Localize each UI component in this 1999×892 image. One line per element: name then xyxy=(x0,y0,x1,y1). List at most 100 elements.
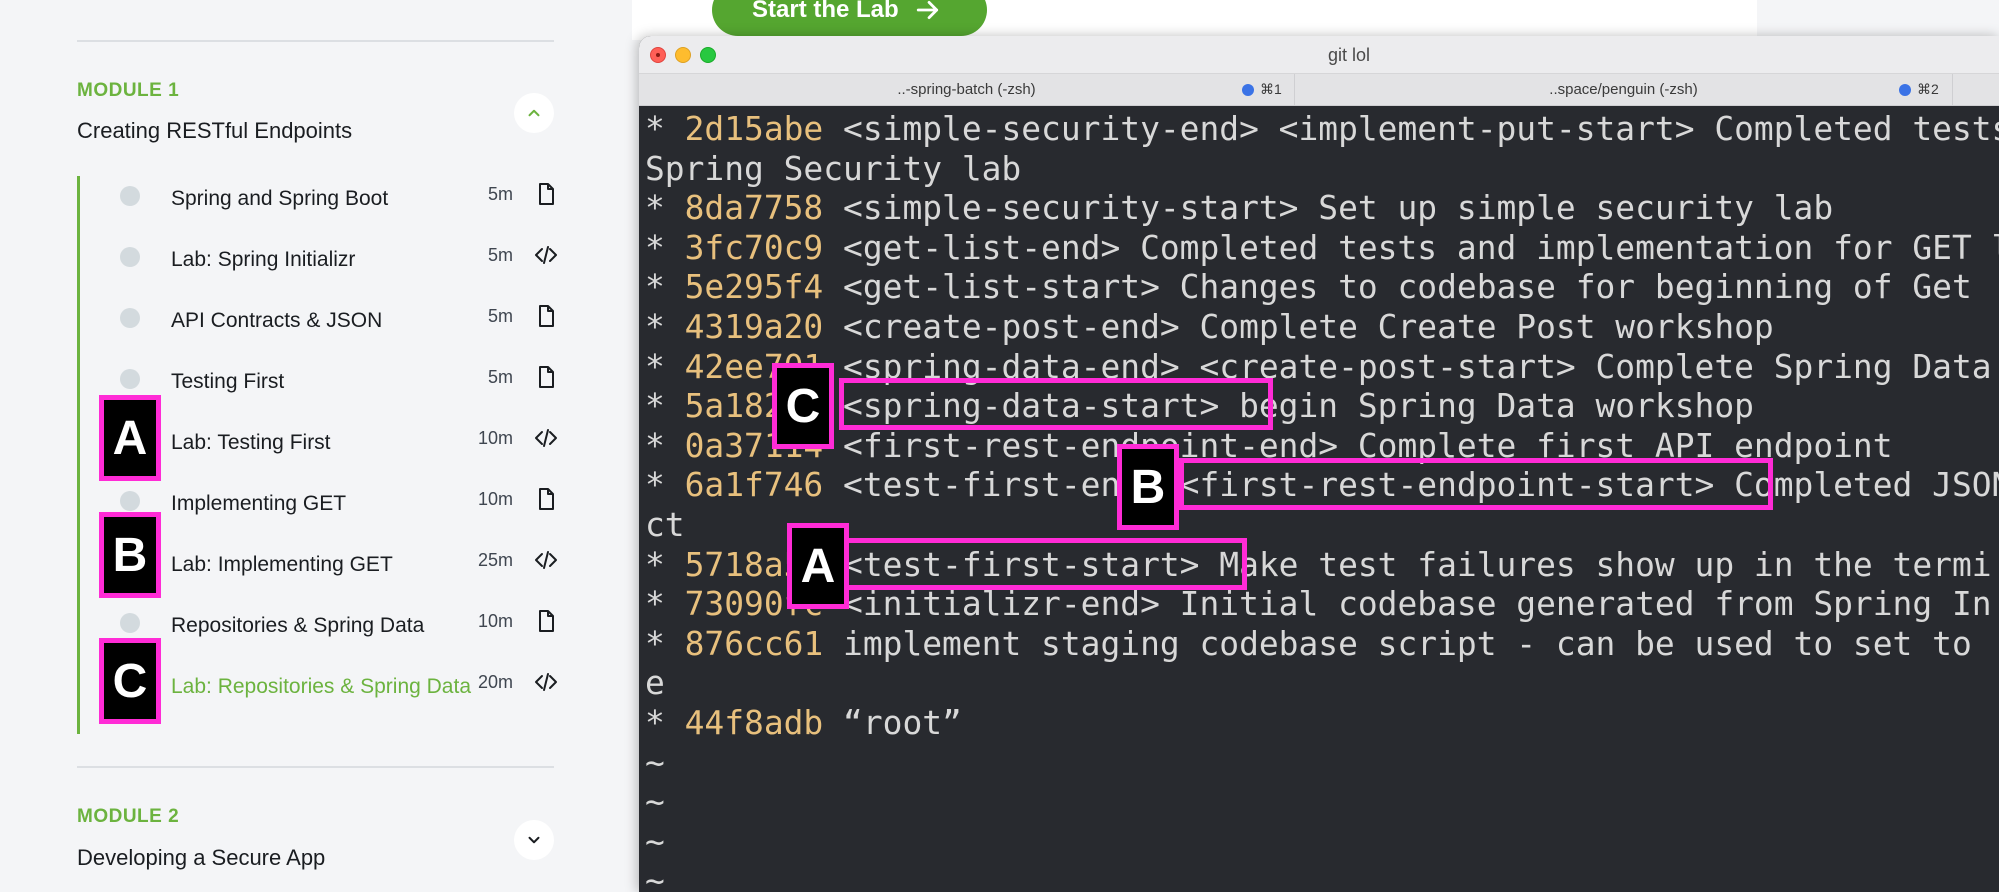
annotation-badge-a: A xyxy=(787,523,849,609)
commit-message: ~ xyxy=(645,861,665,892)
window-title: git lol xyxy=(1327,45,1371,65)
lesson-item[interactable]: Implementing GET 10m xyxy=(110,481,560,537)
annotation-badge-b: B xyxy=(99,512,161,598)
commit-graph-marker: * xyxy=(645,386,685,426)
commit-message: <simple-security-start> Set up simple se… xyxy=(823,188,1834,228)
lesson-item[interactable]: Spring and Spring Boot 5m xyxy=(110,176,560,232)
terminal-line: * 2d15abe <simple-security-end> <impleme… xyxy=(645,109,1999,149)
document-icon xyxy=(532,302,560,330)
annotation-badge-c: C xyxy=(99,638,161,724)
lesson-name: Lab: Testing First xyxy=(171,431,331,454)
lesson-status-dot xyxy=(120,308,140,328)
terminal-tab-1[interactable]: ..-spring-batch (-zsh) ⌘1 xyxy=(639,74,1295,106)
commit-hash: 876cc61 xyxy=(684,623,824,663)
commit-message: implement staging codebase script - can … xyxy=(823,623,1972,663)
start-lab-button[interactable]: Start the Lab xyxy=(712,0,987,36)
terminal-line: ~ xyxy=(645,743,1999,783)
commit-message: e xyxy=(645,663,665,703)
arrow-right-icon xyxy=(916,1,938,19)
commit-graph-marker: * xyxy=(645,188,685,228)
document-icon xyxy=(532,363,560,391)
commit-hash: 4319a20 xyxy=(684,306,824,346)
document-icon xyxy=(532,485,560,513)
commit-hash: 3fc70c9 xyxy=(684,227,824,267)
commit-message: ~ xyxy=(645,821,665,861)
commit-hash: 2d15abe xyxy=(684,109,824,148)
chevron-down-icon xyxy=(528,836,540,844)
tab-shortcut: ⌘2 xyxy=(1917,81,1939,97)
lesson-duration: 10m xyxy=(477,611,513,631)
commit-message: <create-post-end> Complete Create Post w… xyxy=(823,306,1774,346)
lesson-item[interactable]: Lab: Repositories & Spring Data 20m xyxy=(110,664,560,720)
lesson-item[interactable]: Lab: Implementing GET 25m xyxy=(110,542,560,598)
lesson-name: Repositories & Spring Data xyxy=(171,614,425,637)
tab-label: ..space/penguin (-zsh) xyxy=(1549,81,1698,98)
commit-graph-marker: * xyxy=(645,346,685,386)
highlight-test-first-start xyxy=(838,538,1247,590)
lesson-name: Lab: Spring Initializr xyxy=(171,248,356,271)
lesson-name: Testing First xyxy=(171,370,285,393)
code-icon xyxy=(532,668,560,696)
lesson-duration: 5m xyxy=(487,367,513,387)
lesson-name: API Contracts & JSON xyxy=(171,309,383,332)
terminal-line: * 4319a20 <create-post-end> Complete Cre… xyxy=(645,307,1999,347)
lesson-item[interactable]: Testing First 5m xyxy=(110,359,560,415)
module-1-toggle[interactable] xyxy=(514,93,554,133)
commit-hash: 44f8adb xyxy=(684,702,824,742)
commit-graph-marker: * xyxy=(645,623,685,663)
lesson-status-dot xyxy=(120,613,140,633)
terminal-line: * 3fc70c9 <get-list-end> Completed tests… xyxy=(645,228,1999,268)
lesson-status-dot xyxy=(120,247,140,267)
commit-graph-marker: * xyxy=(645,109,685,148)
lesson-name: Spring and Spring Boot xyxy=(171,187,389,210)
lesson-duration: 20m xyxy=(477,672,513,692)
commit-message: ct xyxy=(645,504,685,544)
document-icon xyxy=(532,180,560,208)
commit-message: ~ xyxy=(645,782,665,822)
annotation-badge-b: B xyxy=(1117,444,1179,530)
lesson-item[interactable]: Repositories & Spring Data 10m xyxy=(110,603,560,659)
document-icon xyxy=(532,607,560,635)
lesson-status-dot xyxy=(120,369,140,389)
lesson-status-dot xyxy=(120,491,140,511)
commit-hash: 8da7758 xyxy=(684,188,824,228)
terminal-line: ~ xyxy=(645,822,1999,862)
course-sidebar: MODULE 1 Creating RESTful Endpoints Spri… xyxy=(0,0,632,892)
terminal-tab-2[interactable]: ..space/penguin (-zsh) ⌘2 xyxy=(1295,74,1953,106)
code-icon xyxy=(532,241,560,269)
commit-message: <simple-security-end> <implement-put-sta… xyxy=(823,109,1999,148)
annotation-badge-c: C xyxy=(772,363,834,449)
lesson-name: Implementing GET xyxy=(171,492,347,515)
terminal-titlebar: git lol xyxy=(639,36,1999,74)
terminal-line: * 5e295f4 <get-list-start> Changes to co… xyxy=(645,267,1999,307)
terminal-line: e xyxy=(645,663,1999,703)
code-icon xyxy=(532,546,560,574)
lesson-duration: 10m xyxy=(477,428,513,448)
commit-graph-marker: * xyxy=(645,267,685,307)
module-1-title[interactable]: Creating RESTful Endpoints xyxy=(77,118,352,144)
module-2-label: MODULE 2 xyxy=(77,806,180,827)
lesson-name: Lab: Implementing GET xyxy=(171,553,393,576)
commit-graph-marker: * xyxy=(645,544,685,584)
lesson-item[interactable]: Lab: Spring Initializr 5m xyxy=(110,237,560,293)
terminal-line: * 8da7758 <simple-security-start> Set up… xyxy=(645,188,1999,228)
lesson-duration: 25m xyxy=(477,550,513,570)
terminal-line: ~ xyxy=(645,861,1999,892)
lesson-item[interactable]: Lab: Testing First 10m xyxy=(110,420,560,476)
highlight-spring-data-start xyxy=(839,378,1273,430)
lesson-item[interactable]: API Contracts & JSON 5m xyxy=(110,298,560,354)
module-2-toggle[interactable] xyxy=(514,820,554,860)
terminal-line: * 44f8adb “root” xyxy=(645,703,1999,743)
commit-message: ~ xyxy=(645,742,665,782)
commit-message: “root” xyxy=(823,702,962,742)
lesson-duration: 5m xyxy=(487,245,513,265)
module-2-title[interactable]: Developing a Secure App xyxy=(77,845,325,871)
tab-shortcut: ⌘1 xyxy=(1260,81,1282,97)
commit-graph-marker: * xyxy=(645,227,685,267)
chevron-up-icon xyxy=(528,109,540,117)
commit-graph-marker: * xyxy=(645,425,685,465)
start-lab-label: Start the Lab xyxy=(752,0,899,23)
code-icon xyxy=(532,424,560,452)
commit-hash: 5e295f4 xyxy=(684,267,824,307)
divider xyxy=(77,766,554,768)
